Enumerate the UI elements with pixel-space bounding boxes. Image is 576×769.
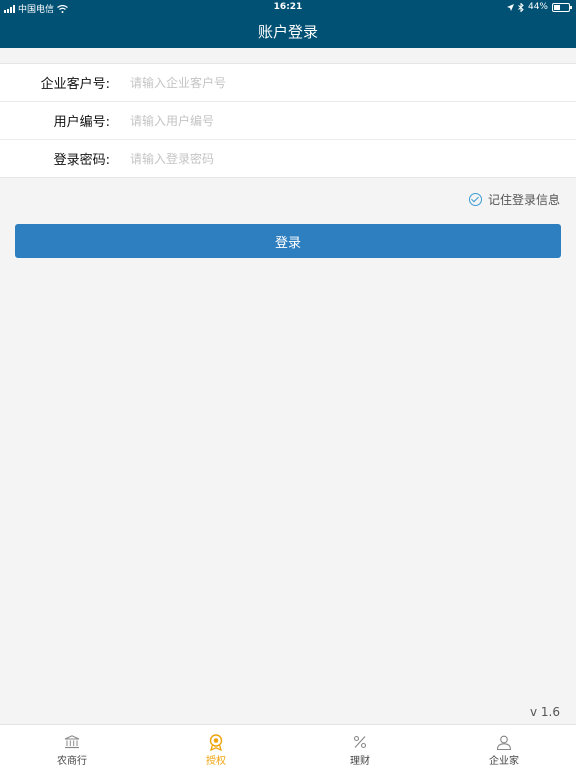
tab-authorize-label: 授权 [206,756,226,767]
status-time: 16:21 [273,2,303,12]
user-no-row: 用户编号: [0,102,576,140]
remember-login-label: 记住登录信息 [487,193,560,207]
remember-login-toggle[interactable]: 记住登录信息 [468,191,560,208]
battery-icon [552,2,572,12]
battery-percent: 44% [527,2,548,12]
login-button[interactable]: 登录 [15,224,561,258]
tab-entrepreneur[interactable]: 企业家 [432,725,576,769]
location-arrow-icon [506,3,514,11]
user-icon [496,735,512,750]
tab-entrepreneur-label: 企业家 [489,756,519,767]
tab-finance-label: 理财 [350,756,370,767]
user-no-input[interactable] [128,112,532,129]
tab-authorize[interactable]: 授权 [144,725,288,769]
bluetooth-icon [518,2,524,12]
check-circle-icon[interactable] [468,193,482,206]
customer-no-label: 企业客户号: [40,77,110,92]
password-row: 登录密码: [0,140,576,177]
tab-bank[interactable]: 农商行 [0,725,144,769]
status-right: 44% [506,2,572,12]
customer-no-input[interactable] [128,74,532,91]
version-label: v 1.6 [530,705,560,719]
login-form: 企业客户号: 用户编号: 登录密码: [0,63,576,178]
nav-title: 账户登录 [0,16,576,48]
customer-no-row: 企业客户号: [0,64,576,102]
user-no-label: 用户编号: [53,115,110,130]
percent-icon [353,735,367,749]
password-label: 登录密码: [53,153,110,168]
tab-bar: 农商行 授权 理财 企业家 [0,724,576,769]
award-icon [209,733,223,751]
bank-icon [64,735,80,749]
tab-finance[interactable]: 理财 [288,725,432,769]
tab-bank-label: 农商行 [57,756,87,767]
password-input[interactable] [128,150,532,167]
status-bar: 中国电信 16:21 44% [0,0,576,16]
